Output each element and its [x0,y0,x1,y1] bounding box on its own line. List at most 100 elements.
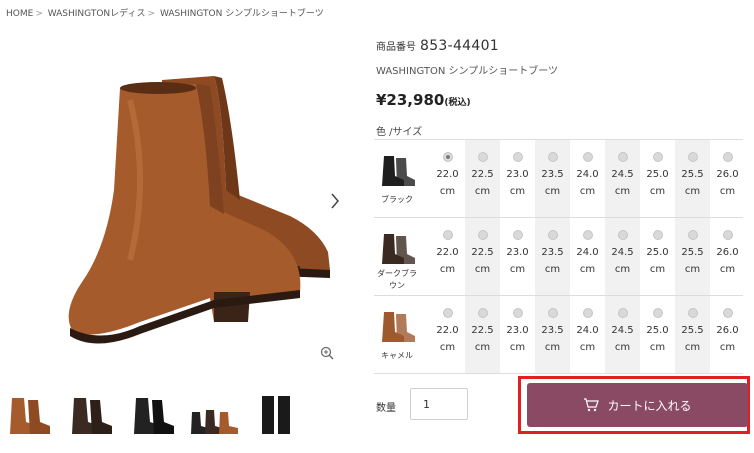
size-option[interactable]: 24.0 cm [570,296,605,373]
size-radio[interactable] [617,308,628,318]
thumbnail-black[interactable] [128,392,178,436]
color-name: ダークブラ ウン [374,268,420,292]
size-radio[interactable] [652,230,663,240]
size-label: 22.5 cm [465,244,500,278]
size-radio[interactable] [442,308,453,318]
size-radio[interactable] [722,152,733,162]
size-option[interactable]: 22.5 cm [465,218,500,295]
size-option[interactable]: 23.5 cm [535,218,570,295]
variant-label: 色 /サイズ [376,127,423,138]
zoom-in-icon [320,346,334,360]
quantity-input[interactable] [410,388,468,420]
main-product-image[interactable] [0,30,348,370]
size-radio[interactable] [582,308,593,318]
size-option[interactable]: 24.0 cm [570,218,605,295]
size-label: 26.0 cm [710,322,745,356]
size-value: 25.5 [681,169,704,180]
size-option[interactable]: 26.0 cm [710,218,745,295]
size-radio[interactable] [617,152,628,162]
size-radio[interactable] [442,152,453,162]
size-option[interactable]: 25.5 cm [675,218,710,295]
size-radio[interactable] [477,152,488,162]
size-option[interactable]: 22.5 cm [465,296,500,373]
size-unit: cm [649,342,666,353]
size-option[interactable]: 25.5 cm [675,296,710,373]
size-radio[interactable] [687,230,698,240]
size-option[interactable]: 23.5 cm [535,140,570,217]
size-value: 23.5 [541,169,564,180]
size-option[interactable]: 26.0 cm [710,296,745,373]
size-option[interactable]: 25.5 cm [675,140,710,217]
thumbnail-image [191,410,238,434]
size-label: 25.0 cm [640,166,675,200]
size-unit: cm [719,186,736,197]
size-radio[interactable] [512,308,523,318]
add-to-cart-button[interactable]: カートに入れる [527,383,748,427]
size-unit: cm [719,342,736,353]
size-option[interactable]: 24.5 cm [605,140,640,217]
size-option[interactable]: 22.0 cm [430,296,465,373]
size-option[interactable]: 23.5 cm [535,296,570,373]
size-unit: cm [579,264,596,275]
size-unit: cm [439,342,456,353]
size-radio[interactable] [722,308,733,318]
size-option[interactable]: 24.0 cm [570,140,605,217]
size-value: 22.5 [471,169,494,180]
thumbnail-darkbrown[interactable] [66,392,116,436]
size-radio[interactable] [652,308,663,318]
size-option[interactable]: 22.0 cm [430,140,465,217]
size-option[interactable]: 23.0 cm [500,140,535,217]
size-radio[interactable] [477,230,488,240]
size-option[interactable]: 22.5 cm [465,140,500,217]
thumbnail-camel[interactable] [4,392,54,436]
size-option[interactable]: 23.0 cm [500,218,535,295]
size-value: 23.0 [506,247,529,258]
size-option[interactable]: 22.0 cm [430,218,465,295]
size-radio[interactable] [582,230,593,240]
size-value: 23.5 [541,325,564,336]
size-unit: cm [649,264,666,275]
size-option[interactable]: 24.5 cm [605,218,640,295]
size-value: 23.5 [541,247,564,258]
size-option[interactable]: 26.0 cm [710,140,745,217]
size-radio[interactable] [512,152,523,162]
next-image-arrow[interactable] [330,192,340,214]
size-radio[interactable] [687,152,698,162]
size-unit: cm [544,342,561,353]
boot-swatch-image [382,156,415,186]
breadcrumb-category[interactable]: WASHINGTONレディス [48,9,146,19]
size-unit: cm [684,186,701,197]
size-radio[interactable] [477,308,488,318]
size-label: 26.0 cm [710,244,745,278]
size-radio[interactable] [722,230,733,240]
size-option[interactable]: 25.0 cm [640,218,675,295]
size-radio[interactable] [547,308,558,318]
size-radio[interactable] [547,230,558,240]
color-name-line: ウン [389,281,405,290]
size-unit: cm [649,186,666,197]
size-unit: cm [474,264,491,275]
size-radio[interactable] [547,152,558,162]
breadcrumb-home[interactable]: HOME [6,9,33,19]
size-radio[interactable] [442,230,453,240]
size-option[interactable]: 24.5 cm [605,296,640,373]
size-radio[interactable] [582,152,593,162]
zoom-button[interactable] [320,345,334,360]
size-label: 23.5 cm [535,244,570,278]
size-radio[interactable] [652,152,663,162]
size-option[interactable]: 23.0 cm [500,296,535,373]
size-radio[interactable] [512,230,523,240]
boot-swatch-image [382,234,415,264]
boot-swatch-image [382,312,415,342]
product-name: WASHINGTON シンプルショートブーツ [376,66,559,77]
size-option[interactable]: 25.0 cm [640,140,675,217]
size-unit: cm [509,342,526,353]
thumbnail-all-colors[interactable] [190,392,240,436]
size-option[interactable]: 25.0 cm [640,296,675,373]
product-code: 853-44401 [420,38,500,54]
variant-row: ダークブラ ウン 22.0 cm 22.5 cm 23.0 cm 23.5 cm 24.0 cm 24.… [374,218,743,296]
size-radio[interactable] [687,308,698,318]
thumbnail-back[interactable] [252,392,302,436]
size-label: 25.5 cm [675,166,710,200]
size-radio[interactable] [617,230,628,240]
